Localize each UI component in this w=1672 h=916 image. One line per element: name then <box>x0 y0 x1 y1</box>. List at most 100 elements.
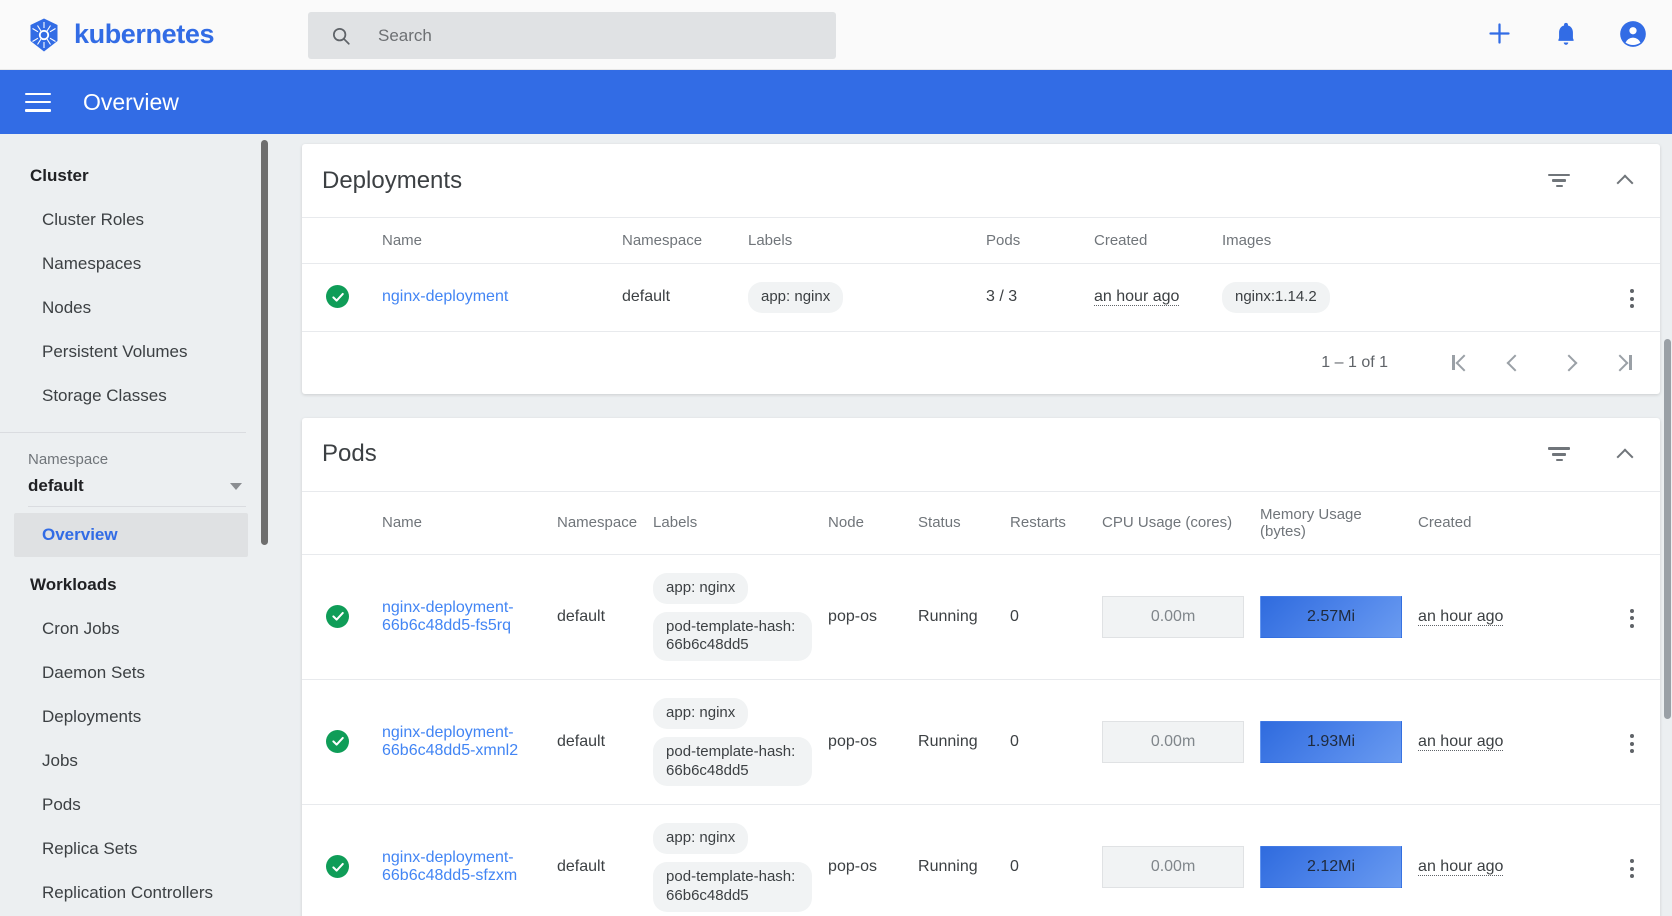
sidebar-item-cron-jobs[interactable]: Cron Jobs <box>0 607 262 651</box>
cell-memory-usage: 2.12Mi <box>1252 804 1411 916</box>
column-header-actions <box>1604 217 1660 264</box>
sidebar-item-jobs[interactable]: Jobs <box>0 739 262 783</box>
account-button[interactable] <box>1616 18 1650 52</box>
sidebar-scrollbar[interactable] <box>261 140 268 545</box>
sidebar-item-replication-controllers[interactable]: Replication Controllers <box>0 871 262 915</box>
cell-status <box>302 263 374 332</box>
sidebar-item-daemon-sets[interactable]: Daemon Sets <box>0 651 262 695</box>
pods-table-head: Name Namespace Labels Node Status Restar… <box>302 490 1660 555</box>
pods-card-actions <box>1546 441 1638 467</box>
cell-pod-status: Running <box>910 554 1003 681</box>
sidebar-item-persistent-volumes[interactable]: Persistent Volumes <box>0 330 262 374</box>
cell-status <box>302 679 374 806</box>
sidebar-item-cluster-roles[interactable]: Cluster Roles <box>0 198 262 242</box>
sidebar-item-replica-sets[interactable]: Replica Sets <box>0 827 262 871</box>
sidebar-item-overview[interactable]: Overview <box>14 513 248 557</box>
column-header-restarts: Restarts <box>1002 490 1095 555</box>
cell-actions <box>1604 804 1660 916</box>
label-chip: pod-template-hash: 66b6c48dd5 <box>653 862 813 912</box>
page-title: Overview <box>83 88 179 115</box>
deployment-name-link[interactable]: nginx-deployment <box>382 288 508 305</box>
deployments-next-page-button[interactable] <box>1542 336 1596 390</box>
notifications-button[interactable] <box>1549 18 1583 52</box>
row-menu-icon[interactable] <box>1624 283 1640 314</box>
chevron-right-icon <box>1560 354 1578 372</box>
sidebar-scroll-area: Cluster Cluster Roles Namespaces Nodes P… <box>0 154 262 915</box>
memory-usage-bar: 2.57Mi <box>1260 595 1403 638</box>
pod-name-link[interactable]: nginx-deployment-66b6c48dd5-sfzxm <box>382 849 517 884</box>
table-row[interactable]: nginx-deployment-66b6c48dd5-fs5rq defaul… <box>302 554 1660 681</box>
sidebar-item-nodes[interactable]: Nodes <box>0 286 262 330</box>
sidebar-item-namespaces[interactable]: Namespaces <box>0 242 262 286</box>
pods-card-title: Pods <box>322 440 377 468</box>
row-menu-icon[interactable] <box>1624 728 1640 759</box>
status-ok-icon <box>326 729 349 753</box>
sidebar-item-storage-classes[interactable]: Storage Classes <box>0 374 262 418</box>
table-row[interactable]: nginx-deployment default app: nginx 3 / … <box>302 263 1660 332</box>
deployments-card-header: Deployments <box>302 144 1660 217</box>
deployments-collapse-button[interactable] <box>1612 168 1638 194</box>
cell-labels: app: nginx <box>740 263 978 332</box>
created-timestamp: an hour ago <box>1418 733 1504 752</box>
label-chip: pod-template-hash: 66b6c48dd5 <box>653 736 813 787</box>
create-button[interactable] <box>1482 18 1516 52</box>
cell-cpu-usage: 0.00m <box>1094 804 1253 916</box>
deployments-first-page-button[interactable] <box>1434 336 1488 390</box>
column-header-status <box>302 217 374 264</box>
sidebar-item-deployments[interactable]: Deployments <box>0 695 262 739</box>
cell-memory-usage: 1.93Mi <box>1252 679 1411 806</box>
column-header-pods: Pods <box>978 217 1086 264</box>
deployments-filter-button[interactable] <box>1546 168 1572 194</box>
search-bar[interactable] <box>308 12 836 59</box>
chevron-left-icon <box>1506 354 1524 372</box>
cell-pod-status: Running <box>910 804 1003 916</box>
pod-name-link[interactable]: nginx-deployment-66b6c48dd5-fs5rq <box>382 599 514 634</box>
column-header-created: Created <box>1410 490 1604 555</box>
cell-node: pop-os <box>820 679 911 806</box>
column-header-namespace: Namespace <box>549 490 646 555</box>
table-row[interactable]: nginx-deployment-66b6c48dd5-sfzxm defaul… <box>302 804 1660 916</box>
bell-icon <box>1553 21 1579 50</box>
created-timestamp: an hour ago <box>1418 607 1504 626</box>
image-chip: nginx:1.14.2 <box>1222 282 1330 313</box>
cell-actions <box>1604 554 1660 681</box>
kubernetes-logo-icon <box>26 17 62 53</box>
main-scrollbar[interactable] <box>1664 339 1671 719</box>
pods-filter-button[interactable] <box>1546 441 1572 467</box>
status-ok-icon <box>326 285 349 309</box>
menu-toggle-icon[interactable] <box>25 92 51 112</box>
cell-name: nginx-deployment-66b6c48dd5-xmnl2 <box>374 679 549 806</box>
label-chip: app: nginx <box>653 698 749 729</box>
top-bar: kubernetes <box>0 0 1672 70</box>
deployments-last-page-button[interactable] <box>1596 336 1650 390</box>
namespace-select[interactable]: default <box>28 476 246 507</box>
search-input[interactable] <box>378 25 808 46</box>
cell-memory-usage: 2.57Mi <box>1252 554 1411 681</box>
created-timestamp: an hour ago <box>1418 858 1504 877</box>
column-header-name: Name <box>374 490 549 555</box>
cell-cpu-usage: 0.00m <box>1094 679 1253 806</box>
row-menu-icon[interactable] <box>1624 853 1640 884</box>
column-header-created: Created <box>1086 217 1214 264</box>
deployments-table: Name Namespace Labels Pods Created Image… <box>302 217 1660 332</box>
column-header-node: Node <box>820 490 911 555</box>
pod-name-link[interactable]: nginx-deployment-66b6c48dd5-xmnl2 <box>382 724 518 759</box>
pods-table: Name Namespace Labels Node Status Restar… <box>302 490 1660 916</box>
status-ok-icon <box>326 604 349 628</box>
table-row[interactable]: nginx-deployment-66b6c48dd5-xmnl2 defaul… <box>302 679 1660 806</box>
cell-restarts: 0 <box>1002 679 1095 806</box>
sidebar-item-pods[interactable]: Pods <box>0 783 262 827</box>
cell-created: an hour ago <box>1410 679 1604 806</box>
cell-restarts: 0 <box>1002 554 1095 681</box>
pods-collapse-button[interactable] <box>1612 441 1638 467</box>
brand-logo[interactable]: kubernetes <box>0 17 214 53</box>
namespace-label: Namespace <box>28 451 109 468</box>
column-header-cpu-usage: CPU Usage (cores) <box>1094 490 1253 555</box>
cell-labels: app: nginx pod-template-hash: 66b6c48dd5 <box>645 554 821 681</box>
column-header-memory-usage: Memory Usage (bytes) <box>1252 490 1411 555</box>
row-menu-icon[interactable] <box>1624 603 1640 634</box>
deployments-previous-page-button[interactable] <box>1488 336 1542 390</box>
cell-labels: app: nginx pod-template-hash: 66b6c48dd5 <box>645 679 821 806</box>
table-header-row: Name Namespace Labels Pods Created Image… <box>302 217 1660 264</box>
cell-name: nginx-deployment <box>374 263 614 332</box>
